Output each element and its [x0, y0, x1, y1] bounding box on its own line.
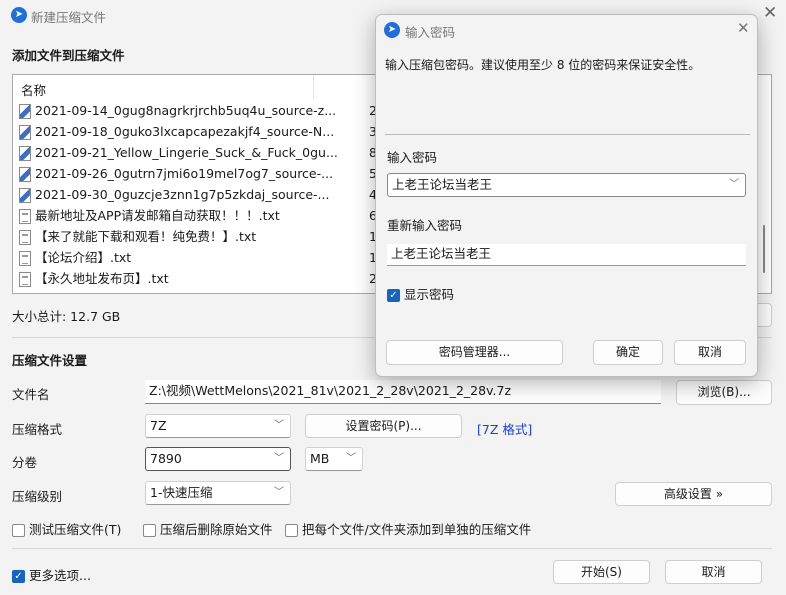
text-file-icon: [19, 209, 31, 224]
split-label: 分卷: [12, 455, 38, 470]
password-manager-button[interactable]: 密码管理器...: [386, 340, 563, 365]
start-button[interactable]: 开始(S): [553, 560, 650, 584]
level-value: 1-快速压缩: [150, 485, 213, 500]
more-options-checkbox[interactable]: ✓ 更多选项...: [12, 565, 91, 584]
split-select[interactable]: 7890 ﹀: [145, 447, 291, 471]
column-divider[interactable]: [313, 75, 314, 99]
file-name: 2021-09-18_0guko3lxcapcapezakjf4_source-…: [35, 124, 335, 139]
file-name: 2021-09-21_Yellow_Lingerie_Suck_&_Fuck_0…: [35, 145, 338, 160]
file-name: 2021-09-30_0guzcje3znn1g7p5zkdaj_source-…: [35, 187, 330, 202]
file-name: 2021-09-26_0gutrn7jmi6o19mel7og7_source-…: [35, 166, 334, 181]
password-value: 上老王论坛当老王: [392, 177, 493, 192]
password-dialog: ➤ 输入密码 ✕ 输入压缩包密码。建议使用至少 8 位的密码来保证安全性。 输入…: [375, 14, 758, 377]
checkbox-icon[interactable]: [12, 524, 25, 537]
format-link[interactable]: [7Z 格式]: [477, 419, 532, 438]
chevron-down-icon: ﹀: [274, 420, 284, 431]
media-file-icon: [19, 188, 31, 203]
format-value: 7Z: [150, 418, 167, 433]
close-icon[interactable]: ✕: [763, 3, 777, 23]
format-label: 压缩格式: [12, 422, 63, 437]
level-select[interactable]: 1-快速压缩 ﹀: [145, 481, 291, 505]
more-options-label: 更多选项...: [29, 568, 91, 583]
dialog-cancel-button[interactable]: 取消: [674, 340, 746, 365]
split-unit-value: MB: [310, 451, 330, 466]
ok-button[interactable]: 确定: [593, 340, 663, 365]
media-file-icon: [19, 167, 31, 182]
section-add-heading: 添加文件到压缩文件: [12, 48, 125, 63]
media-file-icon: [19, 104, 31, 119]
password-label: 输入密码: [387, 150, 438, 165]
confirm-label: 重新输入密码: [387, 218, 463, 233]
file-name: 【论坛介绍】.txt: [35, 250, 132, 265]
split-value: 7890: [150, 451, 182, 466]
dialog-description: 输入压缩包密码。建议使用至少 8 位的密码来保证安全性。: [385, 58, 701, 72]
filename-label: 文件名: [12, 387, 50, 402]
show-password-label: 显示密码: [404, 287, 455, 302]
chevron-down-icon: ﹀: [274, 453, 284, 464]
dialog-title: 输入密码: [405, 25, 456, 40]
media-file-icon: [19, 125, 31, 140]
set-password-button[interactable]: 设置密码(P)...: [305, 414, 462, 438]
chevron-down-icon: ﹀: [346, 453, 356, 464]
file-name: 【永久地址发布页】.txt: [35, 271, 169, 286]
close-icon[interactable]: ✕: [737, 19, 750, 37]
checkbox-icon[interactable]: [285, 524, 298, 537]
column-header-name[interactable]: 名称: [21, 80, 46, 99]
text-file-icon: [19, 230, 31, 245]
total-size: 大小总计: 12.7 GB: [12, 309, 121, 324]
window-title: 新建压缩文件: [31, 10, 107, 25]
separate-label: 把每个文件/文件夹添加到单独的压缩文件: [302, 522, 532, 537]
format-select[interactable]: 7Z ﹀: [145, 414, 291, 438]
section-settings-heading: 压缩文件设置: [12, 353, 88, 368]
checkbox-icon[interactable]: [143, 524, 156, 537]
confirm-input[interactable]: 上老王论坛当老王: [387, 244, 746, 266]
app-icon: ➤: [11, 7, 27, 23]
delete-label: 压缩后删除原始文件: [160, 522, 273, 537]
text-file-icon: [19, 251, 31, 266]
password-combo[interactable]: 上老王论坛当老王 ﹀: [387, 173, 746, 197]
separate-checkbox[interactable]: 把每个文件/文件夹添加到单独的压缩文件: [285, 519, 531, 538]
browse-button[interactable]: 浏览(B)...: [676, 380, 772, 405]
filename-input[interactable]: Z:\视频\WettMelons\2021_81v\2021_2_28v\202…: [145, 380, 661, 404]
file-name: 最新地址及APP请发邮箱自动获取！！！.txt: [35, 208, 280, 223]
checkmark-icon[interactable]: ✓: [12, 570, 25, 583]
checkmark-icon[interactable]: ✓: [387, 289, 400, 302]
test-label: 测试压缩文件(T): [29, 522, 122, 537]
chevron-down-icon: ﹀: [729, 179, 739, 190]
cancel-button[interactable]: 取消: [665, 560, 762, 584]
delete-checkbox[interactable]: 压缩后删除原始文件: [143, 519, 273, 538]
level-label: 压缩级别: [12, 489, 63, 504]
app-icon: ➤: [384, 22, 400, 38]
scrollbar-thumb[interactable]: [763, 225, 765, 273]
media-file-icon: [19, 146, 31, 161]
split-unit-select[interactable]: MB ﹀: [305, 447, 363, 471]
file-name: 2021-09-14_0gug8nagrkrjrchb5uq4u_source-…: [35, 103, 337, 118]
test-checkbox[interactable]: 测试压缩文件(T): [12, 519, 121, 538]
show-password-checkbox[interactable]: ✓ 显示密码: [387, 284, 454, 303]
file-name: 【来了就能下载和观看！纯免费！】.txt: [35, 229, 257, 244]
chevron-down-icon: ﹀: [274, 487, 284, 498]
advanced-button[interactable]: 高级设置 »: [615, 482, 772, 506]
text-file-icon: [19, 272, 31, 287]
